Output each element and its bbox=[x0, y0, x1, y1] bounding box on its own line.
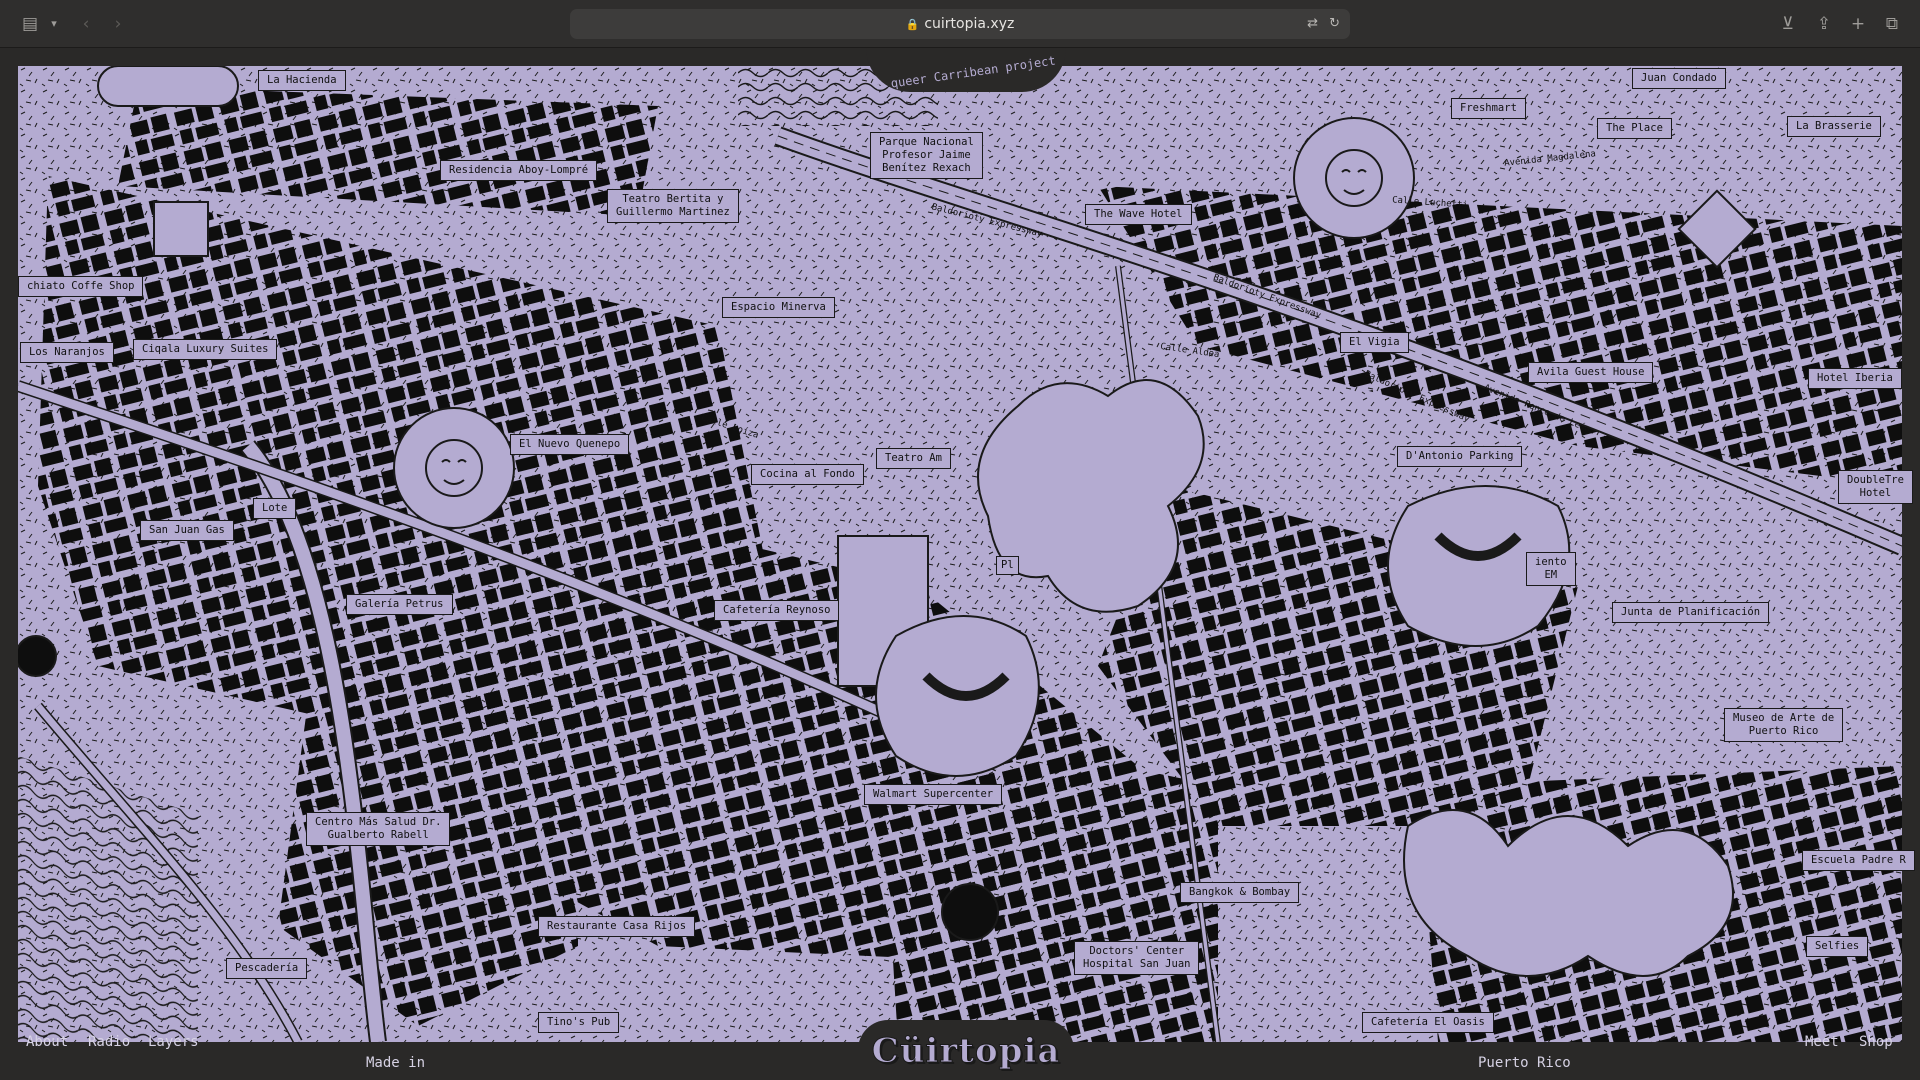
place-label[interactable]: Teatro Bertita y Guillermo Martinez bbox=[607, 189, 739, 223]
lock-icon: 🔒 bbox=[905, 18, 920, 31]
site-logo[interactable]: Cüirtopia bbox=[858, 1028, 1074, 1074]
forward-arrow-icon[interactable]: › bbox=[106, 12, 130, 36]
place-label[interactable]: Hotel Iberia bbox=[1808, 368, 1902, 389]
browser-toolbar: ▤ ▾ ‹ › 🔒 cuirtopia.xyz ⇄ ↻ ⊻ ⇪ + ⧉ bbox=[0, 0, 1920, 48]
nav-meet[interactable]: Meet bbox=[1805, 1033, 1839, 1051]
place-label[interactable]: Pl bbox=[996, 556, 1019, 575]
place-label[interactable]: San Juan Gas bbox=[140, 520, 234, 541]
chevron-down-icon[interactable]: ▾ bbox=[42, 12, 66, 36]
place-label[interactable]: Bangkok & Bombay bbox=[1180, 882, 1300, 903]
place-label[interactable]: Cafetería El Oasis bbox=[1362, 1012, 1494, 1033]
place-label[interactable]: Galería Petrus bbox=[346, 594, 453, 615]
address-bar[interactable]: 🔒 cuirtopia.xyz ⇄ ↻ bbox=[570, 9, 1350, 39]
place-label[interactable]: Escuela Padre R bbox=[1802, 850, 1915, 871]
place-label[interactable]: Freshmart bbox=[1451, 98, 1526, 119]
place-label[interactable]: El Nuevo Quenepo bbox=[510, 434, 630, 455]
nav-layers[interactable]: Layers bbox=[148, 1033, 199, 1051]
place-label[interactable]: Los Naranjos bbox=[20, 342, 114, 363]
nav-radio[interactable]: Radio bbox=[88, 1033, 130, 1051]
place-label[interactable]: La Brasserie bbox=[1787, 116, 1881, 137]
place-label[interactable]: El Vigia bbox=[1340, 332, 1409, 353]
translate-icon[interactable]: ⇄ bbox=[1307, 9, 1318, 39]
download-icon[interactable]: ⊻ bbox=[1776, 12, 1800, 36]
nav-shop[interactable]: Shop bbox=[1859, 1033, 1893, 1051]
place-label[interactable]: The Place bbox=[1597, 118, 1672, 139]
url-text: cuirtopia.xyz bbox=[924, 16, 1015, 32]
back-arrow-icon[interactable]: ‹ bbox=[74, 12, 98, 36]
place-label[interactable]: La Hacienda bbox=[258, 70, 346, 91]
made-in-left: Made in bbox=[366, 1055, 426, 1071]
tab-overview-icon[interactable]: ⧉ bbox=[1880, 12, 1904, 36]
place-label[interactable]: chiato Coffe Shop bbox=[18, 276, 144, 297]
place-label[interactable]: Tino's Pub bbox=[538, 1012, 620, 1033]
place-label[interactable]: Cocina al Fondo bbox=[751, 464, 864, 485]
place-label[interactable]: Residencia Aboy-Lompré bbox=[440, 160, 598, 181]
place-label[interactable]: Avila Guest House bbox=[1528, 362, 1654, 383]
place-label[interactable]: Pescadería bbox=[226, 958, 308, 979]
sidebar-toggle-icon[interactable]: ▤ bbox=[18, 12, 42, 36]
place-label[interactable]: Restaurante Casa Rijos bbox=[538, 916, 696, 937]
place-label[interactable]: Teatro Am bbox=[876, 448, 951, 469]
place-label[interactable]: Centro Más Salud Dr. Gualberto Rabell bbox=[306, 812, 451, 846]
nav-about[interactable]: About bbox=[26, 1033, 68, 1051]
place-label[interactable]: Selfies bbox=[1806, 936, 1869, 957]
place-label[interactable]: iento EM bbox=[1526, 552, 1576, 586]
place-label[interactable]: Junta de Planificación bbox=[1612, 602, 1770, 623]
place-label[interactable]: Ciqala Luxury Suites bbox=[133, 339, 278, 360]
place-label[interactable]: Doctors' Center Hospital San Juan bbox=[1074, 941, 1200, 975]
place-label[interactable]: Lote bbox=[253, 498, 297, 519]
place-label[interactable]: Parque Nacional Profesor Jaime Benítez R… bbox=[870, 132, 983, 179]
reload-icon[interactable]: ↻ bbox=[1329, 9, 1340, 39]
place-label[interactable]: Juan Condado bbox=[1632, 68, 1726, 89]
made-in-right: Puerto Rico bbox=[1478, 1055, 1571, 1071]
place-label[interactable]: Museo de Arte de Puerto Rico bbox=[1724, 708, 1844, 742]
place-label[interactable]: Cafetería Reynoso bbox=[714, 600, 840, 621]
place-label[interactable]: The Wave Hotel bbox=[1085, 204, 1192, 225]
share-icon[interactable]: ⇪ bbox=[1812, 12, 1836, 36]
place-label[interactable]: Espacio Minerva bbox=[722, 297, 835, 318]
place-label[interactable]: Walmart Supercenter bbox=[864, 784, 1003, 805]
place-label[interactable]: DoubleTre Hotel bbox=[1838, 470, 1913, 504]
new-tab-icon[interactable]: + bbox=[1846, 12, 1870, 36]
place-label[interactable]: D'Antonio Parking bbox=[1397, 446, 1523, 467]
